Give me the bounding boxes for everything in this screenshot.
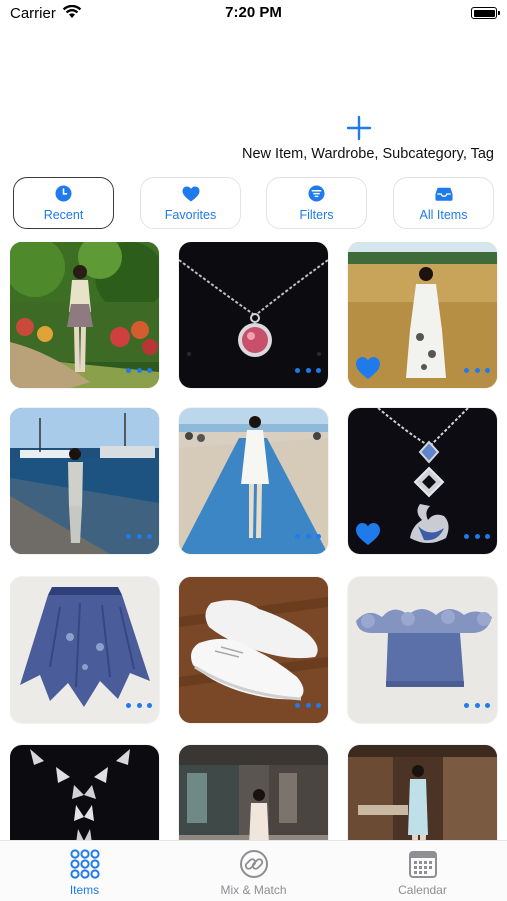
tab-items[interactable]: Items xyxy=(0,841,169,901)
tab-items-label: Items xyxy=(69,883,100,897)
add-button[interactable] xyxy=(344,113,374,143)
more-options-icon[interactable] xyxy=(295,703,321,709)
clock-time: 7:20 PM xyxy=(225,4,282,21)
filter-filters-button[interactable]: Filters xyxy=(266,177,367,229)
plus-icon xyxy=(346,115,372,141)
filter-all-items-button[interactable]: All Items xyxy=(393,177,494,229)
white-sneakers-image xyxy=(179,577,328,723)
more-options-icon[interactable] xyxy=(295,368,321,374)
item-tile-blue-ruffle-top[interactable] xyxy=(348,577,497,723)
tab-bar: Items Mix & Match Calendar xyxy=(0,840,507,901)
item-tile-cabin-photo[interactable] xyxy=(348,745,497,840)
favorite-heart-icon[interactable] xyxy=(355,356,381,380)
more-options-icon[interactable] xyxy=(126,368,152,374)
item-tile-beach-path-photo[interactable] xyxy=(179,408,328,554)
butterfly-necklace-image xyxy=(10,745,159,840)
more-options-icon[interactable] xyxy=(464,534,490,540)
pink-pendant-necklace-image xyxy=(179,242,328,388)
add-options-label: New Item, Wardrobe, Subcategory, Tag xyxy=(242,146,494,162)
item-tile-white-sneakers[interactable] xyxy=(179,577,328,723)
mall-photo-image xyxy=(179,745,328,840)
beach-path-photo-image xyxy=(179,408,328,554)
filter-filters-label: Filters xyxy=(299,207,334,222)
tab-calendar[interactable]: Calendar xyxy=(338,841,507,901)
garden-photo-image xyxy=(10,242,159,388)
cabin-photo-image xyxy=(348,745,497,840)
filter-favorites-label: Favorites xyxy=(164,207,217,222)
blue-tulle-skirt-image xyxy=(10,577,159,723)
tab-mix-and-match-label: Mix & Match xyxy=(220,883,287,897)
more-options-icon[interactable] xyxy=(295,534,321,540)
clock-icon xyxy=(55,185,73,203)
battery-icon xyxy=(471,7,500,19)
more-options-icon[interactable] xyxy=(126,534,152,540)
item-tile-blue-tulle-skirt[interactable] xyxy=(10,577,159,723)
item-tile-wheat-field-photo[interactable] xyxy=(348,242,497,388)
filter-bar: Recent Favorites Filters All Items xyxy=(13,177,495,230)
blue-ruffle-top-image xyxy=(348,577,497,723)
more-options-icon[interactable] xyxy=(464,368,490,374)
heart-icon xyxy=(182,185,200,203)
more-options-icon[interactable] xyxy=(464,703,490,709)
filter-all-items-label: All Items xyxy=(419,207,468,222)
calendar-icon xyxy=(407,848,439,880)
filter-recent-button[interactable]: Recent xyxy=(13,177,114,229)
item-tile-harbor-photo[interactable] xyxy=(10,408,159,554)
filter-recent-label: Recent xyxy=(43,207,84,222)
filter-icon xyxy=(308,185,326,203)
harbor-photo-image xyxy=(10,408,159,554)
tray-icon xyxy=(434,185,453,203)
items-grid xyxy=(10,242,498,840)
grid-icon xyxy=(69,848,101,880)
tab-mix-and-match[interactable]: Mix & Match xyxy=(169,841,338,901)
filter-favorites-button[interactable]: Favorites xyxy=(140,177,241,229)
favorite-heart-icon[interactable] xyxy=(355,522,381,546)
item-tile-garden-photo[interactable] xyxy=(10,242,159,388)
status-bar: Carrier 7:20 PM xyxy=(0,0,507,30)
item-tile-swan-pendant-necklace[interactable] xyxy=(348,408,497,554)
tab-calendar-label: Calendar xyxy=(398,883,447,897)
more-options-icon[interactable] xyxy=(126,703,152,709)
item-tile-mall-photo[interactable] xyxy=(179,745,328,840)
item-tile-pink-pendant-necklace[interactable] xyxy=(179,242,328,388)
battery-level xyxy=(473,9,495,17)
item-tile-butterfly-necklace[interactable] xyxy=(10,745,159,840)
link-icon xyxy=(238,848,270,880)
